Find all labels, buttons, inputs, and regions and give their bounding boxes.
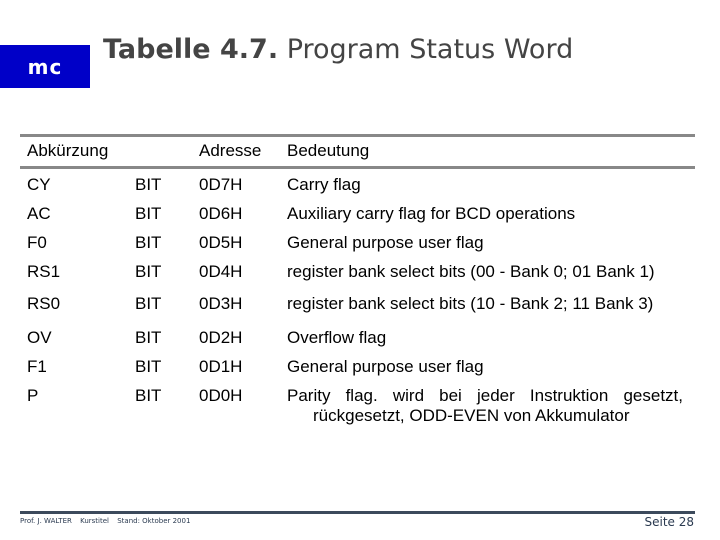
- row-address: 0D2H: [199, 328, 243, 347]
- row-address: 0D5H: [199, 233, 243, 252]
- logo-badge: mc: [0, 45, 90, 88]
- footer-date: Stand: Oktober 2001: [117, 517, 191, 525]
- row-description: register bank select bits (00 - Bank 0; …: [287, 262, 655, 281]
- row-abbr: F1: [27, 357, 47, 376]
- row-type: BIT: [135, 262, 162, 281]
- row-description: register bank select bits (10 - Bank 2; …: [287, 294, 654, 313]
- row-abbr: RS1: [27, 262, 61, 281]
- row-abbr: F0: [27, 233, 47, 252]
- header-abbreviation: Abkürzung: [27, 141, 109, 160]
- page-number: Seite 28: [644, 515, 694, 529]
- row-description: Carry flag: [287, 175, 361, 194]
- row-description-line2: rückgesetzt, ODD-EVEN von Akkumulator: [313, 406, 630, 425]
- row-description-line1: Parity flag. wird bei jeder Instruktion …: [287, 386, 683, 405]
- row-abbr: CY: [27, 175, 51, 194]
- row-address: 0D6H: [199, 204, 243, 223]
- row-description: Parity flag. wird bei jeder Instruktion …: [287, 386, 683, 426]
- row-type: BIT: [135, 204, 162, 223]
- footer-author: Prof. J. WALTER: [20, 517, 72, 525]
- row-address: 0D1H: [199, 357, 243, 376]
- row-type: BIT: [135, 175, 162, 194]
- row-abbr: OV: [27, 328, 52, 347]
- footer-course: Kurstitel: [80, 517, 109, 525]
- row-type: BIT: [135, 357, 162, 376]
- row-type: BIT: [135, 386, 162, 405]
- row-abbr: AC: [27, 204, 51, 223]
- page-title: Tabelle 4.7. Program Status Word: [103, 33, 623, 66]
- row-address: 0D0H: [199, 386, 243, 405]
- row-type: BIT: [135, 294, 162, 313]
- row-address: 0D3H: [199, 294, 243, 313]
- row-description: General purpose user flag: [287, 357, 484, 376]
- title-number: Tabelle 4.7.: [103, 34, 279, 65]
- footer-info: Prof. J. WALTER Kurstitel Stand: Oktober…: [20, 517, 196, 525]
- table-top-rule: [20, 134, 695, 137]
- row-address: 0D7H: [199, 175, 243, 194]
- row-type: BIT: [135, 328, 162, 347]
- footer-rule: [20, 511, 695, 514]
- row-description: Auxiliary carry flag for BCD operations: [287, 204, 576, 223]
- row-address: 0D4H: [199, 262, 243, 281]
- row-description: Overflow flag: [287, 328, 387, 347]
- row-abbr: RS0: [27, 294, 61, 313]
- row-type: BIT: [135, 233, 162, 252]
- logo-text: mc: [27, 54, 63, 79]
- row-description: General purpose user flag: [287, 233, 484, 252]
- table-header-rule: [20, 166, 695, 169]
- title-text: Program Status Word: [278, 34, 574, 65]
- row-abbr: P: [27, 386, 39, 405]
- header-meaning: Bedeutung: [287, 141, 370, 160]
- header-address: Adresse: [199, 141, 262, 160]
